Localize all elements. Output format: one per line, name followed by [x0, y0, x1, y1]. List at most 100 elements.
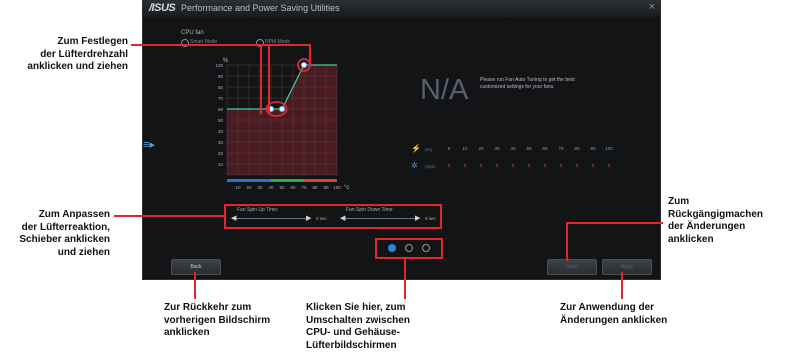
rpm-cell: 0: [559, 163, 563, 168]
y-tick-label: 60: [218, 107, 224, 112]
callout-line-switch-v: [404, 257, 406, 299]
back-button[interactable]: Back: [171, 259, 221, 275]
fan-icon: ✲: [411, 161, 418, 170]
y-tick-label: 10: [218, 162, 224, 167]
rpm-unit: (rpm): [425, 164, 436, 169]
callout-undo: Zum Rückgängigmachen der Änderungen ankl…: [668, 196, 764, 245]
chassis-fan-dot-1[interactable]: [405, 244, 413, 252]
y-tick-label: 80: [218, 85, 224, 90]
spin-down-control: Fan Spin Down Time: ◀ ▶ 0 sec: [336, 207, 440, 227]
curve-point-handle[interactable]: [300, 61, 308, 69]
x-tick-label: 20: [246, 185, 252, 190]
percent-cell: 10: [462, 146, 468, 151]
rpm-cell: 0: [591, 163, 595, 168]
rpm-cell: 0: [527, 163, 531, 168]
callout-line-drag-h: [131, 44, 311, 46]
callout-switch: Klicken Sie hier, zum Umschalten zwische…: [306, 302, 410, 351]
rpm-cell: 0: [495, 163, 499, 168]
auto-tuning-info: Please run Fan Auto Tuning to get the be…: [480, 77, 575, 90]
spin-up-track[interactable]: [232, 218, 310, 219]
fan-curve-chart[interactable]: % °c 10 20 30 40 50 60 70 80 90 100 10 20 30 40 50 60 70…: [201, 53, 351, 193]
rpm-row: ✲ (rpm) 0 0 0 0 0 0 0 0 0 0 0: [407, 160, 619, 174]
temperature-bar: [271, 179, 304, 182]
rpm-cell: 0: [463, 163, 467, 168]
callout-line-back-v: [194, 272, 196, 299]
y-tick-label: 90: [218, 74, 224, 79]
callout-box-spin-right: [440, 204, 442, 229]
temperature-bar: [304, 179, 337, 182]
spin-down-label: Fan Spin Down Time:: [346, 207, 394, 213]
sidebar-toggle-icon[interactable]: ≡▸: [143, 138, 156, 154]
y-tick-label: 40: [218, 129, 224, 134]
y-tick-label: 70: [218, 96, 224, 101]
rpm-cell: 0: [543, 163, 547, 168]
cpu-fan-label: CPU fan: [181, 30, 204, 36]
percent-cell: 70: [558, 146, 564, 151]
spin-up-value: 0 sec: [316, 216, 327, 221]
x-tick-label: 50: [279, 185, 285, 190]
rpm-cell: 0: [511, 163, 515, 168]
x-axis-label: °c: [344, 185, 349, 191]
callout-line-undo-h: [566, 222, 663, 224]
x-tick-label: 30: [257, 185, 263, 190]
spin-up-right-knob[interactable]: ▶: [306, 214, 311, 222]
percent-cell: 90: [590, 146, 596, 151]
y-tick-label: 100: [215, 63, 223, 68]
callout-box-spin-bottom: [224, 227, 442, 229]
callout-line-drag-v3: [309, 44, 311, 64]
callout-line-drag-v2: [268, 44, 270, 114]
callout-drag-points: Zum Festlegen der Lüfterdrehzahl anklick…: [27, 36, 128, 72]
spin-down-track[interactable]: [341, 218, 419, 219]
callout-slider: Zum Anpassen der Lüfterreaktion, Schiebe…: [19, 209, 110, 258]
window-title: Performance and Power Saving Utilities: [181, 3, 340, 13]
chassis-fan-dot-2[interactable]: [422, 244, 430, 252]
callout-back: Zur Rückkehr zum vorherigen Bildschirm a…: [164, 302, 271, 338]
curve-point-handle[interactable]: [278, 105, 286, 113]
percent-cell: 40: [510, 146, 516, 151]
percent-row: ⚡ (%) 0 10 20 30 40 50 60 70 80 90 100: [407, 143, 619, 157]
percent-cell: 30: [494, 146, 500, 151]
callout-line-drag-v1: [260, 44, 262, 114]
spin-up-control: Fan Spin Up Time: ◀ ▶ 0 sec: [227, 207, 339, 227]
callout-line-slider-h: [114, 215, 224, 217]
percent-cell: 50: [526, 146, 532, 151]
spin-up-label: Fan Spin Up Time:: [237, 207, 279, 213]
app-window: /ISUS Performance and Power Saving Utili…: [142, 0, 661, 280]
fan-speed-table: ⚡ (%) 0 10 20 30 40 50 60 70 80 90 100 ✲ (rpm) 0 0 0…: [407, 143, 619, 178]
percent-cell: 20: [478, 146, 484, 151]
y-tick-label: 30: [218, 140, 224, 145]
x-tick-label: 10: [235, 185, 241, 190]
x-tick-label: 70: [301, 185, 307, 190]
x-tick-label: 90: [323, 185, 329, 190]
rpm-cell: 0: [607, 163, 611, 168]
percent-cell: 80: [574, 146, 580, 151]
fan-screen-switcher: [375, 238, 443, 259]
apply-button[interactable]: Apply: [602, 259, 652, 275]
undo-button[interactable]: Undo: [547, 259, 597, 275]
percent-cell: 60: [542, 146, 548, 151]
rpm-cell: 0: [479, 163, 483, 168]
temperature-bar: [227, 179, 271, 182]
asus-logo: /ISUS: [149, 2, 176, 14]
callout-box-spin: [224, 204, 442, 206]
cpu-fan-dot[interactable]: [388, 244, 396, 252]
rpm-cell: 0: [447, 163, 451, 168]
lightning-icon: ⚡: [411, 144, 421, 153]
percent-cell: 100: [605, 146, 613, 151]
y-axis-label: %: [223, 58, 229, 64]
spin-up-left-knob[interactable]: ◀: [231, 214, 236, 222]
close-icon[interactable]: ×: [649, 1, 655, 13]
percent-cell: 0: [447, 146, 451, 151]
rpm-cell: 0: [575, 163, 579, 168]
spin-down-value: 0 sec: [425, 216, 436, 221]
callout-apply: Zur Anwendung der Änderungen anklicken: [560, 302, 668, 326]
spin-down-left-knob[interactable]: ◀: [340, 214, 345, 222]
percent-unit: (%): [425, 147, 432, 152]
callout-line-apply-v: [621, 272, 623, 299]
x-tick-label: 100: [333, 185, 341, 190]
spin-down-right-knob[interactable]: ▶: [415, 214, 420, 222]
title-bar: /ISUS Performance and Power Saving Utili…: [143, 1, 660, 17]
x-tick-label: 80: [312, 185, 318, 190]
y-tick-label: 50: [218, 118, 224, 123]
x-tick-label: 40: [268, 185, 274, 190]
